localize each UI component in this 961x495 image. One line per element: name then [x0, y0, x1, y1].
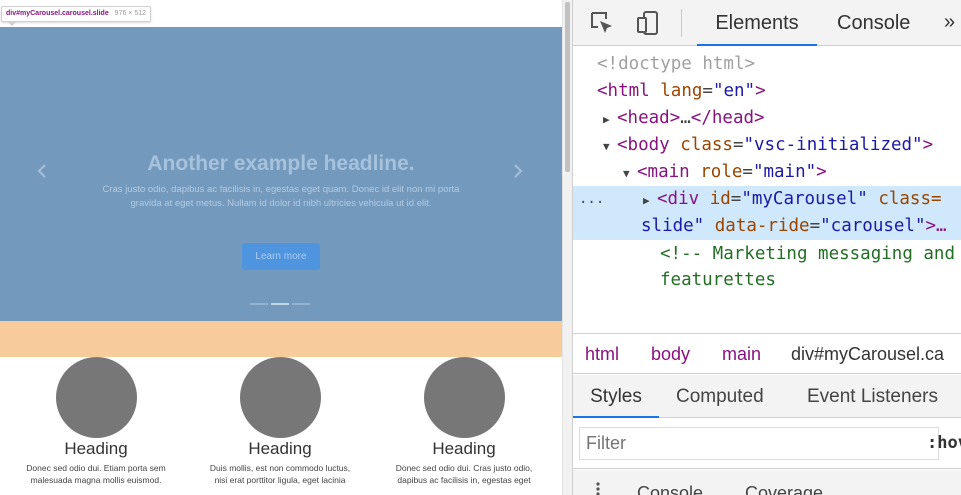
- doctype-text: <!doctype html>: [597, 54, 756, 74]
- head-tag-name: head: [627, 108, 670, 128]
- dom-node-doctype[interactable]: <!doctype html>: [573, 51, 961, 78]
- html-node-text: <html lang="en">: [597, 81, 766, 101]
- head-node-text: ▶ <head>…</head>: [603, 105, 765, 133]
- feature-column-3: Heading Donec sed odio dui. Cras justo o…: [379, 357, 549, 486]
- tooltip-element-name: div#myCarousel.carousel.slide: [6, 10, 109, 17]
- feature-column-2: Heading Duis mollis, est non commodo luc…: [195, 357, 365, 486]
- div-node-text-line1: ▶ <div id="myCarousel" class=: [643, 186, 942, 214]
- breadcrumb-body[interactable]: body: [651, 334, 690, 375]
- tab-elements[interactable]: Elements: [697, 0, 817, 46]
- dom-node-carousel-selected-cont[interactable]: slide" data-ride="carousel">…: [573, 213, 961, 240]
- comment-line-2: featurettes: [660, 270, 776, 290]
- breadcrumb-carousel[interactable]: div#myCarousel.ca: [791, 334, 944, 375]
- collapse-triangle-icon[interactable]: ▼: [603, 133, 617, 160]
- body-node-text: ▼ <body class="vsc-initialized">: [603, 132, 933, 160]
- device-toggle-icon[interactable]: [635, 10, 661, 36]
- carousel-indicators: [250, 303, 310, 305]
- head-close-tag-name: head: [711, 108, 755, 128]
- div-id-attr: id: [709, 189, 731, 209]
- tooltip-caret: [8, 22, 16, 26]
- main-tag-name: main: [647, 162, 690, 182]
- node-actions-dots-icon[interactable]: ...: [579, 186, 604, 213]
- feature-text: Donec sed odio dui. Etiam porta sem male…: [26, 463, 166, 485]
- carousel-indicator-1[interactable]: [250, 303, 268, 305]
- feature-heading: Heading: [248, 439, 312, 458]
- margin-highlight-overlay: [0, 321, 562, 357]
- breadcrumb-html[interactable]: html: [585, 334, 619, 375]
- inspect-tooltip: div#myCarousel.carousel.slide 976 × 512: [1, 6, 152, 22]
- styles-filter-input[interactable]: [579, 427, 939, 460]
- carousel-indicator-3[interactable]: [292, 303, 310, 305]
- feature-heading: Heading: [64, 439, 128, 458]
- devtools-toolbar: Elements Console »: [573, 0, 961, 46]
- div-class-attr: class=: [878, 189, 942, 209]
- feature-image-1: [55, 357, 137, 438]
- feature-text: Donec sed odio dui. Cras justo odio, dap…: [395, 463, 533, 485]
- dom-node-carousel-selected[interactable]: ... ▶ <div id="myCarousel" class=: [573, 186, 961, 213]
- div-tag-name: div: [667, 189, 700, 209]
- html-attr-name: lang: [660, 81, 703, 101]
- main-attr-name: role: [700, 162, 743, 182]
- html-tag-name: html: [607, 81, 650, 101]
- carousel-indicator-2[interactable]: [271, 303, 289, 305]
- page-scroll-thumb[interactable]: [565, 2, 570, 172]
- breadcrumb: html body main div#myCarousel.ca: [573, 333, 961, 374]
- feature-image-3: [423, 357, 505, 438]
- div-ride-attr: data-ride: [714, 216, 810, 236]
- expand-triangle-icon[interactable]: ▶: [643, 187, 657, 214]
- body-attr-name: class: [680, 135, 733, 155]
- dom-node-main[interactable]: ▼ <main role="main">: [573, 159, 961, 186]
- learn-more-button[interactable]: Learn more: [242, 243, 320, 270]
- html-attr-value: "en": [712, 81, 756, 101]
- tab-console[interactable]: Console: [837, 0, 910, 46]
- carousel-headline: Another example headline.: [147, 152, 415, 175]
- carousel[interactable]: Another example headline. Cras justo odi…: [0, 27, 562, 321]
- collapse-triangle-icon[interactable]: ▼: [623, 160, 637, 187]
- page-viewport[interactable]: div#myCarousel.carousel.slide 976 × 512 …: [0, 0, 562, 495]
- devtools-drawer: Console Coverage: [573, 470, 961, 495]
- div-id-value: "myCarousel": [741, 189, 868, 209]
- div-ride-value: "carousel": [820, 216, 926, 236]
- more-tabs-button[interactable]: »: [944, 0, 955, 46]
- kebab-menu-icon[interactable]: [595, 480, 601, 495]
- expand-triangle-icon[interactable]: ▶: [603, 106, 617, 133]
- toolbar-separator: [681, 9, 682, 37]
- div-node-text-line2: slide" data-ride="carousel">…: [641, 216, 947, 236]
- body-tag-name: body: [627, 135, 670, 155]
- dom-tree: <!doctype html> <html lang="en"> ▶ <head>…: [573, 47, 961, 331]
- breadcrumb-main[interactable]: main: [722, 334, 761, 375]
- dom-node-comment-cont[interactable]: featurettes: [573, 267, 961, 294]
- feature-image-2: [239, 357, 321, 438]
- tab-event-listeners[interactable]: Event Listeners: [807, 375, 938, 418]
- dom-node-html[interactable]: <html lang="en">: [573, 78, 961, 105]
- styles-filter-row: :hov: [573, 419, 961, 469]
- devtools-panel: Elements Console » <!doctype html> <html…: [572, 0, 961, 495]
- tab-computed[interactable]: Computed: [676, 375, 764, 418]
- carousel-caption: Cras justo odio, dapibus ac facilisis in…: [102, 184, 460, 209]
- head-ellipsis: …: [680, 108, 691, 128]
- main-node-text: ▼ <main role="main">: [623, 159, 827, 187]
- feature-heading: Heading: [432, 439, 496, 458]
- drawer-tab-console[interactable]: Console: [637, 483, 703, 495]
- comment-line-1: <!-- Marketing messaging and: [660, 244, 956, 264]
- feature-column-1: Heading Donec sed odio dui. Etiam porta …: [11, 357, 181, 486]
- browser-with-devtools: div#myCarousel.carousel.slide 976 × 512 …: [0, 0, 961, 495]
- inspect-cursor-icon[interactable]: [589, 10, 615, 36]
- body-attr-value: "vsc-initialized": [743, 135, 923, 155]
- styles-subtabs: Styles Computed Event Listeners: [573, 375, 961, 418]
- hov-toggle[interactable]: :hov: [927, 427, 961, 460]
- page-scrollbar[interactable]: [562, 0, 572, 495]
- drawer-tab-coverage[interactable]: Coverage: [745, 483, 823, 495]
- feature-text: Duis mollis, est non commodo luctus, nis…: [209, 463, 351, 485]
- dom-node-body[interactable]: ▼ <body class="vsc-initialized">: [573, 132, 961, 159]
- main-attr-value: "main": [752, 162, 817, 182]
- dom-node-comment[interactable]: <!-- Marketing messaging and: [573, 241, 961, 268]
- div-class-value-end: slide": [641, 216, 705, 236]
- tab-styles[interactable]: Styles: [573, 375, 659, 418]
- dom-node-head[interactable]: ▶ <head>…</head>: [573, 105, 961, 132]
- tooltip-dimensions: 976 × 512: [114, 10, 147, 17]
